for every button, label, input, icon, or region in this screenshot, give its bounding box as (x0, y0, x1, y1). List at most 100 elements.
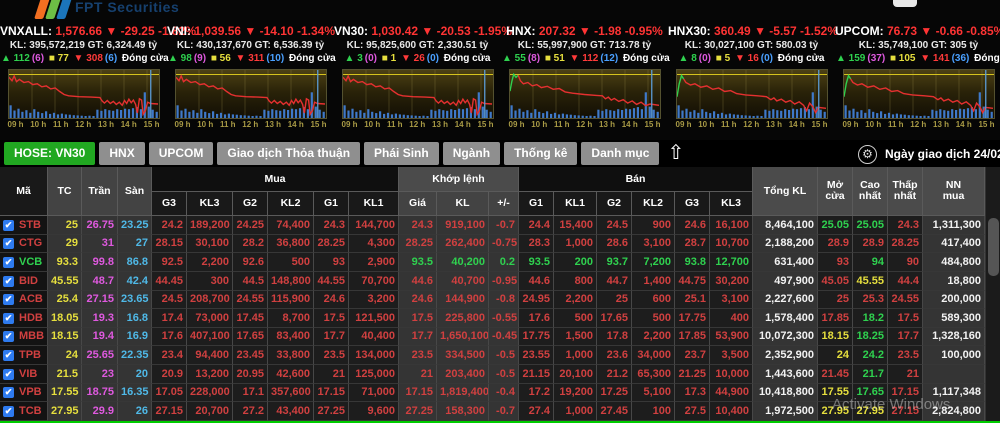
header-total-volume: Tổng KL (753, 167, 818, 216)
time-tick-label: 10 h (197, 120, 214, 129)
cell-sell-vol3: 53,900 (710, 328, 753, 346)
checkbox-checked-icon[interactable]: ✔ (3, 387, 14, 398)
time-axis-labels: 09 h 10 h 11 h 12 h 13 h 14 h 15 h (342, 120, 494, 129)
symbol-label[interactable]: TPB (19, 346, 41, 364)
index-panel-hnx: HNX: 207.32 ▼ -1.98 -0.95% KL: 55,997,900… (501, 24, 670, 136)
cell-sell-price1: 93.5 (519, 253, 554, 272)
tab-hose-vn30[interactable]: HOSE: VN30 (4, 142, 96, 165)
checkbox-checked-icon[interactable]: ✔ (3, 331, 14, 342)
checkbox-checked-icon[interactable]: ✔ (3, 275, 14, 287)
unchanged-icon: ■ 51 (542, 53, 565, 64)
row-VCB[interactable]: ✔ VCB 93.3 99.8 86.8 92.5 2,200 92.6 500 93 2,900 9… (0, 253, 985, 272)
row-CTG[interactable]: ✔ CTG 29 31 27 28.15 30,100 28.2 36,800 28.25 4,30… (0, 235, 985, 253)
row-ACB[interactable]: ✔ ACB 25.4 27.15 23.65 24.5 208,700 24.55 115,90… (0, 291, 985, 309)
collapse-handle[interactable] (893, 0, 917, 7)
cell-change: -0.5 (489, 365, 519, 384)
row-MBB[interactable]: ✔ MBB 18.15 19.4 16.9 17.6 407,100 17.65 83,400 1… (0, 328, 985, 346)
symbol-label[interactable]: MBB (19, 328, 44, 345)
cell-sell-price3: 21.25 (675, 365, 710, 384)
symbol-label[interactable]: VCB (19, 253, 42, 271)
checkbox-checked-icon[interactable]: ✔ (3, 294, 14, 305)
index-intraday-chart (341, 69, 494, 119)
tab-giao-d-ch-th-a-thu-n[interactable]: Giao dịch Thỏa thuận (217, 142, 361, 165)
symbol-label[interactable]: STB (19, 216, 41, 234)
checkbox-checked-icon[interactable]: ✔ (3, 256, 14, 268)
checkbox-checked-icon[interactable]: ✔ (3, 405, 14, 417)
symbol-label[interactable]: CTG (19, 235, 42, 252)
cell-sell-vol2: 34,000 (632, 346, 675, 365)
cell-buy-vol1: 40,400 (349, 328, 399, 346)
fpt-securities-logo: FPT Securities (34, 0, 179, 23)
symbol-label[interactable]: HDB (19, 309, 43, 327)
cell-high: 24.2 (853, 346, 888, 365)
gear-icon[interactable]: ⚙ (858, 144, 877, 164)
index-change-pct: -1.34% (296, 24, 335, 38)
cell-reference: 27.95 (48, 402, 82, 421)
row-VIB[interactable]: ✔ VIB 21.5 23 20 20.9 13,200 20.95 42,600 21 125,0… (0, 365, 985, 384)
symbol-label[interactable]: VPB (19, 384, 42, 401)
cell-match-price: 24.6 (399, 291, 437, 309)
session-status: Đóng cửa (441, 53, 491, 64)
checkbox-checked-icon[interactable]: ✔ (3, 349, 14, 361)
market-breadth-line: ▲ 98 (9) ■ 56 ▼ 311 (10) Đóng cửa (167, 53, 336, 64)
advancers-icon: ▲ 8 (678, 53, 697, 64)
market-breadth-line: ▲ 112 (6) ■ 77 ▼ 308 (6) Đóng cửa (0, 53, 169, 64)
cell-low: 17.5 (888, 309, 923, 328)
cell-match-price: 17.5 (399, 309, 437, 328)
tab-th-ng-k-[interactable]: Thống kê (504, 142, 578, 165)
cell-buy-vol2: 8,700 (268, 309, 314, 328)
cell-change: -0.55 (489, 309, 519, 328)
cell-symbol: ✔ BID (0, 272, 48, 291)
tab-upcom[interactable]: UPCOM (148, 142, 214, 165)
cell-floor: 27 (118, 235, 152, 253)
down-arrow-icon: ▼ (578, 24, 595, 38)
symbol-label[interactable]: ACB (19, 291, 43, 308)
index-quote-line: UPCOM: 76.73 ▼ -0.66 -0.85% (835, 24, 1000, 38)
cell-open: 25 (818, 291, 853, 309)
cell-sell-price2: 28.6 (597, 235, 632, 253)
time-tick-label: 09 h (341, 120, 358, 129)
cell-reference: 18.15 (48, 328, 82, 346)
time-axis-labels: 09 h 10 h 11 h 12 h 13 h 14 h 15 h (175, 120, 327, 129)
logo-icon (34, 0, 73, 19)
row-BID[interactable]: ✔ BID 45.55 48.7 42.4 44.45 300 44.5 148,800 44.5… (0, 272, 985, 291)
cell-buy-vol3: 208,700 (187, 291, 233, 309)
decliners-icon: ▼ 308 (70, 53, 103, 64)
time-tick-label: 15 h (978, 120, 995, 129)
expand-arrow-icon[interactable]: ⇧ (667, 141, 684, 165)
cell-buy-vol1: 2,900 (349, 253, 399, 272)
cell-sell-price1: 24.95 (519, 291, 554, 309)
cell-total-volume: 1,972,500 (753, 402, 818, 421)
cell-total-volume: 10,072,300 (753, 328, 818, 346)
time-tick-label: 13 h (766, 120, 783, 129)
row-HDB[interactable]: ✔ HDB 18.05 19.3 16.8 17.4 73,000 17.45 8,700 17.… (0, 309, 985, 328)
time-axis-labels: 09 h 10 h 11 h 12 h 13 h 14 h 15 h (509, 120, 661, 129)
scrollbar-track[interactable] (985, 167, 1000, 421)
checkbox-checked-icon[interactable]: ✔ (3, 368, 14, 380)
index-intraday-chart (7, 69, 160, 119)
cell-match-price: 93.5 (399, 253, 437, 272)
tab-danh-m-c[interactable]: Danh mục (581, 142, 660, 165)
checkbox-checked-icon[interactable]: ✔ (3, 238, 14, 249)
tab-ng-nh[interactable]: Ngành (442, 142, 501, 165)
symbol-label[interactable]: BID (19, 272, 38, 290)
ceiling-count: (8) (527, 53, 541, 64)
down-arrow-icon: ▼ (244, 24, 260, 38)
cell-floor: 42.4 (118, 272, 152, 291)
cell-buy-vol3: 30,100 (187, 235, 233, 253)
header-buy-kl3: KL3 (187, 192, 233, 216)
cell-total-volume: 1,443,600 (753, 365, 818, 384)
checkbox-checked-icon[interactable]: ✔ (3, 312, 14, 324)
checkbox-checked-icon[interactable]: ✔ (3, 219, 14, 231)
cell-reference: 24 (48, 346, 82, 365)
cell-buy-price1: 23.5 (314, 346, 349, 365)
cell-symbol: ✔ TPB (0, 346, 48, 365)
scrollbar-thumb[interactable] (988, 218, 999, 276)
row-STB[interactable]: ✔ STB 25 26.75 23.25 24.2 189,200 24.25 74,400 24… (0, 216, 985, 235)
trading-date-group: ⚙ Ngày giao dịch 24/02/2023 (858, 143, 1000, 165)
symbol-label[interactable]: VIB (19, 365, 37, 383)
row-TPB[interactable]: ✔ TPB 24 25.65 22.35 23.4 94,400 23.45 33,800 23.… (0, 346, 985, 365)
symbol-label[interactable]: TCB (19, 402, 42, 420)
tab-hnx[interactable]: HNX (99, 142, 145, 165)
tab-ph-i-sinh[interactable]: Phái Sinh (364, 142, 439, 165)
